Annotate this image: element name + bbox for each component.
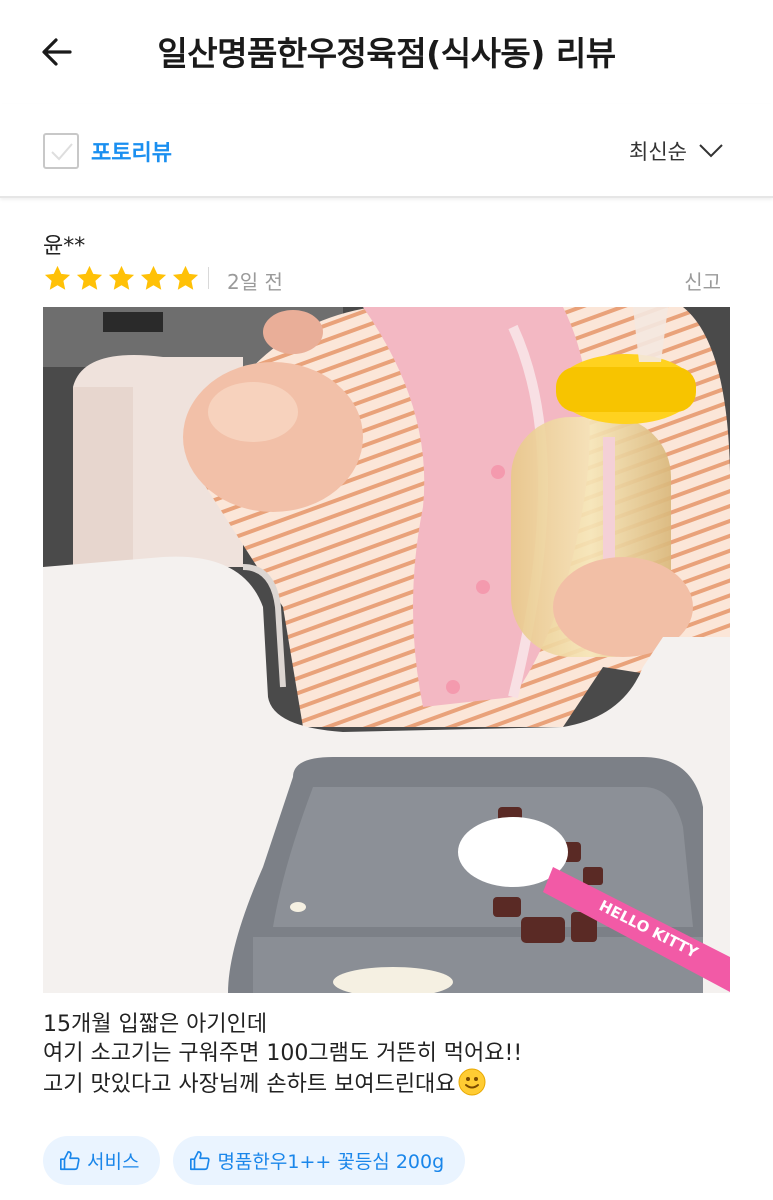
star-icon	[76, 265, 103, 290]
review-tags: 서비스 명품한우1++ 꽃등심 200g	[43, 1136, 466, 1185]
sort-label: 최신순	[629, 140, 687, 164]
photo-review-label[interactable]: 포토리뷰	[91, 135, 172, 167]
rating-divider	[208, 267, 209, 289]
tag-label: 서비스	[87, 1151, 140, 1173]
review-date: 2일 전	[227, 270, 283, 294]
back-button[interactable]	[38, 32, 78, 72]
tag-chip[interactable]: 서비스	[43, 1136, 161, 1185]
thumbs-up-icon	[60, 1150, 80, 1170]
thumbs-up-icon	[190, 1150, 211, 1170]
smiley-emoji-icon	[458, 1068, 486, 1096]
review-body-line: 15개월 입짧은 아기인데	[43, 1012, 268, 1037]
report-button[interactable]: 신고	[684, 266, 721, 295]
star-icon	[172, 265, 199, 290]
star-rating	[43, 264, 200, 293]
review-author: 윤**	[43, 234, 86, 259]
star-icon	[140, 265, 167, 290]
review-photo[interactable]: HELLO KITTY	[43, 307, 730, 993]
tag-chip[interactable]: 명품한우1++ 꽃등심 200g	[173, 1136, 466, 1185]
chevron-down-icon	[699, 144, 723, 158]
filter-bar: 포토리뷰 최신순	[0, 104, 773, 198]
review-body-line: 여기 소고기는 구워주면 100그램도 거뜬히 먹어요!!	[43, 1041, 523, 1066]
star-icon	[108, 265, 135, 290]
page-title: 일산명품한우정육점(식사동) 리뷰	[157, 34, 616, 73]
app-header: 일산명품한우정육점(식사동) 리뷰	[0, 0, 773, 104]
photo-review-checkbox[interactable]	[43, 133, 79, 169]
sort-dropdown[interactable]: 최신순	[629, 136, 723, 166]
review-body: 15개월 입짧은 아기인데 여기 소고기는 구워주면 100그램도 거뜬히 먹어…	[43, 1010, 522, 1099]
review-photo-image: HELLO KITTY	[43, 307, 730, 993]
review-body-line: 고기 맛있다고 사장님께 손하트 보여드린대요	[43, 1068, 522, 1099]
check-icon	[51, 143, 73, 161]
arrow-left-icon	[42, 38, 72, 66]
tag-label: 명품한우1++ 꽃등심 200g	[217, 1151, 445, 1173]
star-icon	[44, 265, 71, 290]
